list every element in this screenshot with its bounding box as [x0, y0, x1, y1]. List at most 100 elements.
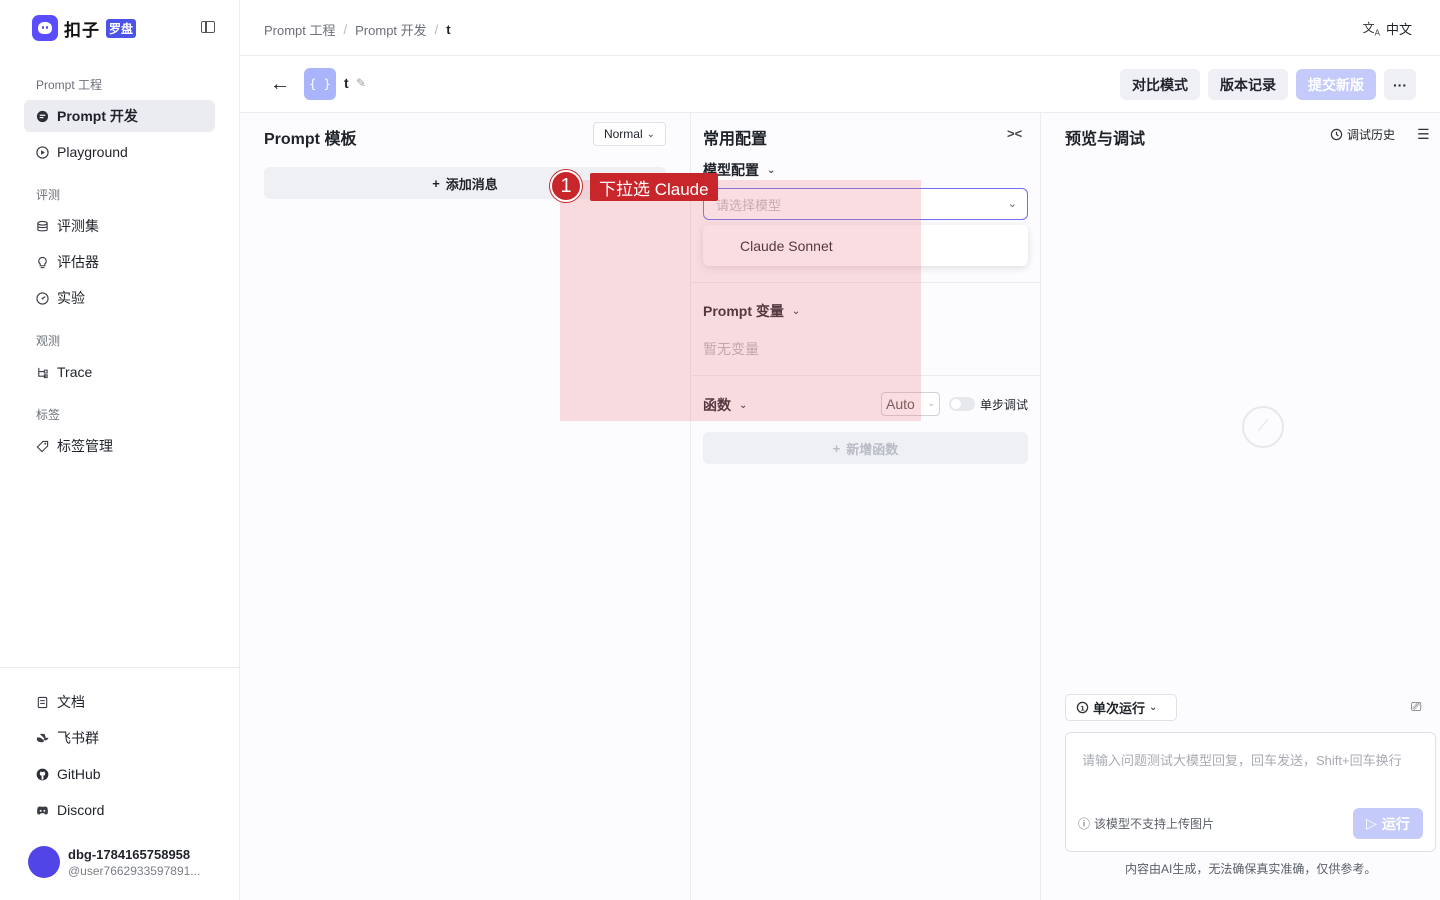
add-function-button[interactable]: + 新增函数: [703, 432, 1028, 464]
section-prompt: Prompt 工程: [36, 78, 103, 92]
add-message-label: 添加消息: [445, 176, 498, 192]
chevron-down-icon: ⌄: [767, 164, 776, 176]
submit-version-button[interactable]: 提交新版: [1296, 69, 1376, 100]
sidebar: 扣子 罗盘 Prompt 工程 Prompt 开发 Playground 评测 …: [0, 0, 240, 900]
plus-icon: +: [432, 175, 440, 191]
prompt-header: ← { } t ✎ 对比模式 版本记录 提交新版 ···: [240, 56, 1440, 113]
sidebar-item-feishu[interactable]: 飞书群: [24, 722, 215, 754]
version-history-button[interactable]: 版本记录: [1208, 69, 1288, 100]
run-button[interactable]: ▷ 运行: [1353, 808, 1423, 839]
chat-input[interactable]: [1082, 750, 1422, 790]
history-icon: [1330, 128, 1343, 141]
section-eval: 评测: [36, 188, 61, 202]
play-icon: [36, 145, 49, 159]
panel-title: Prompt 模板: [264, 131, 357, 148]
sidebar-item-trace[interactable]: Trace: [24, 356, 215, 388]
back-arrow-icon[interactable]: ←: [270, 74, 290, 94]
sidebar-collapse-icon[interactable]: [201, 21, 215, 33]
sidebar-item-label: GitHub: [57, 766, 101, 782]
tag-icon: [36, 440, 49, 452]
sidebar-item-tag-manage[interactable]: 标签管理: [24, 430, 215, 462]
prompt-badge-icon: { }: [304, 68, 336, 100]
mode-select-value: Normal: [603, 127, 643, 141]
collapse-icon[interactable]: ><: [1007, 126, 1022, 141]
chat-icon: [36, 110, 49, 122]
prompt-name: t: [344, 75, 349, 91]
language-label: 中文: [1385, 22, 1412, 37]
sidebar-item-discord[interactable]: Discord: [24, 794, 215, 826]
logo-badge: 罗盘: [106, 18, 137, 38]
debug-history-button[interactable]: 调试历史: [1330, 126, 1395, 143]
sidebar-item-label: 评测集: [57, 218, 99, 234]
info-icon: ⓘ: [1078, 817, 1091, 831]
annotation-step-number: 1: [550, 170, 582, 202]
logo-icon: [32, 15, 58, 41]
breadcrumb-separator: /: [434, 22, 439, 37]
image-note-text: 该模型不支持上传图片: [1094, 817, 1215, 831]
sidebar-item-label: 评估器: [57, 254, 99, 270]
sidebar-item-label: Trace: [57, 364, 93, 380]
github-icon: [36, 768, 49, 780]
compare-mode-button[interactable]: 对比模式: [1120, 69, 1200, 100]
document-icon: [37, 696, 48, 708]
add-function-label: 新增函数: [846, 441, 899, 457]
trace-icon: [38, 367, 48, 378]
chevron-down-icon: ⌄: [1007, 198, 1017, 210]
breadcrumb-item[interactable]: Prompt 开发: [355, 20, 427, 39]
gauge-icon: [36, 291, 49, 305]
breadcrumb: Prompt 工程 / Prompt 开发 / t: [264, 20, 451, 39]
compass-icon: ⟋: [1242, 406, 1284, 448]
feishu-icon: [36, 733, 49, 742]
user-profile[interactable]: dbg-1784165758958 @user7662933597891...: [28, 846, 200, 878]
preview-debug-panel: 预览与调试 调试历史 ☰ ⟋ 1 单次运行 ⌄ ⎚ ⓘ 该模型不支持上传图片 ▷…: [1041, 113, 1440, 900]
history-label: 调试历史: [1347, 128, 1396, 142]
sidebar-item-playground[interactable]: Playground: [24, 136, 215, 168]
clear-icon[interactable]: ⎚: [1411, 699, 1421, 715]
run-mode-select[interactable]: 1 单次运行 ⌄: [1065, 694, 1177, 721]
chevron-down-icon: ⌄: [646, 128, 656, 140]
more-button[interactable]: ···: [1384, 69, 1416, 100]
sidebar-item-label: Discord: [57, 802, 105, 818]
sidebar-item-docs[interactable]: 文档: [24, 686, 215, 718]
step-debug-label: 单步调试: [980, 398, 1029, 412]
svg-text:1: 1: [1080, 704, 1085, 712]
annotation-highlight: [560, 180, 921, 421]
panel-title: 常用配置: [703, 131, 768, 148]
avatar: [28, 846, 60, 878]
breadcrumb-current: t: [446, 22, 451, 37]
sidebar-item-label: Prompt 开发: [57, 108, 138, 124]
pencil-icon[interactable]: ✎: [356, 76, 366, 90]
topbar: Prompt 工程 / Prompt 开发 / t 文A 中文: [240, 0, 1440, 56]
discord-icon: [37, 805, 48, 815]
menu-icon[interactable]: ☰: [1417, 126, 1430, 143]
annotation-step-text: 下拉选 Claude: [590, 173, 718, 201]
panel-title: 预览与调试: [1065, 131, 1146, 148]
chat-input-box: ⓘ 该模型不支持上传图片 ▷ 运行: [1065, 732, 1436, 852]
sidebar-item-label: 标签管理: [57, 438, 113, 454]
sidebar-item-label: 文档: [57, 694, 85, 710]
ai-disclaimer: 内容由AI生成，无法确保真实准确，仅供参考。: [1125, 862, 1377, 876]
sidebar-item-label: 飞书群: [57, 730, 99, 746]
breadcrumb-separator: /: [343, 22, 348, 37]
step-debug-toggle[interactable]: [949, 397, 975, 411]
sidebar-item-github[interactable]: GitHub: [24, 758, 215, 790]
logo-text: 扣子: [64, 20, 100, 40]
language-switch[interactable]: 文A 中文: [1363, 19, 1412, 38]
sidebar-item-label: Playground: [57, 144, 128, 160]
sidebar-item-evaluator[interactable]: 评估器: [24, 246, 215, 278]
bulb-icon: [38, 256, 47, 268]
user-handle: @user7662933597891...: [68, 863, 201, 878]
chevron-down-icon: ⌄: [927, 398, 935, 408]
logo[interactable]: 扣子 罗盘: [32, 15, 137, 41]
sidebar-item-prompt-dev[interactable]: Prompt 开发: [24, 100, 215, 132]
section-tag: 标签: [36, 408, 61, 422]
chevron-down-icon: ⌄: [1149, 702, 1158, 713]
mode-select[interactable]: Normal ⌄: [593, 122, 666, 146]
translate-icon: 文A: [1362, 21, 1380, 38]
sidebar-item-experiment[interactable]: 实验: [24, 282, 215, 314]
database-icon: [37, 220, 48, 231]
sidebar-item-dataset[interactable]: 评测集: [24, 210, 215, 242]
breadcrumb-item[interactable]: Prompt 工程: [264, 20, 336, 39]
image-note: ⓘ 该模型不支持上传图片: [1078, 815, 1214, 832]
section-observe: 观测: [36, 334, 61, 348]
